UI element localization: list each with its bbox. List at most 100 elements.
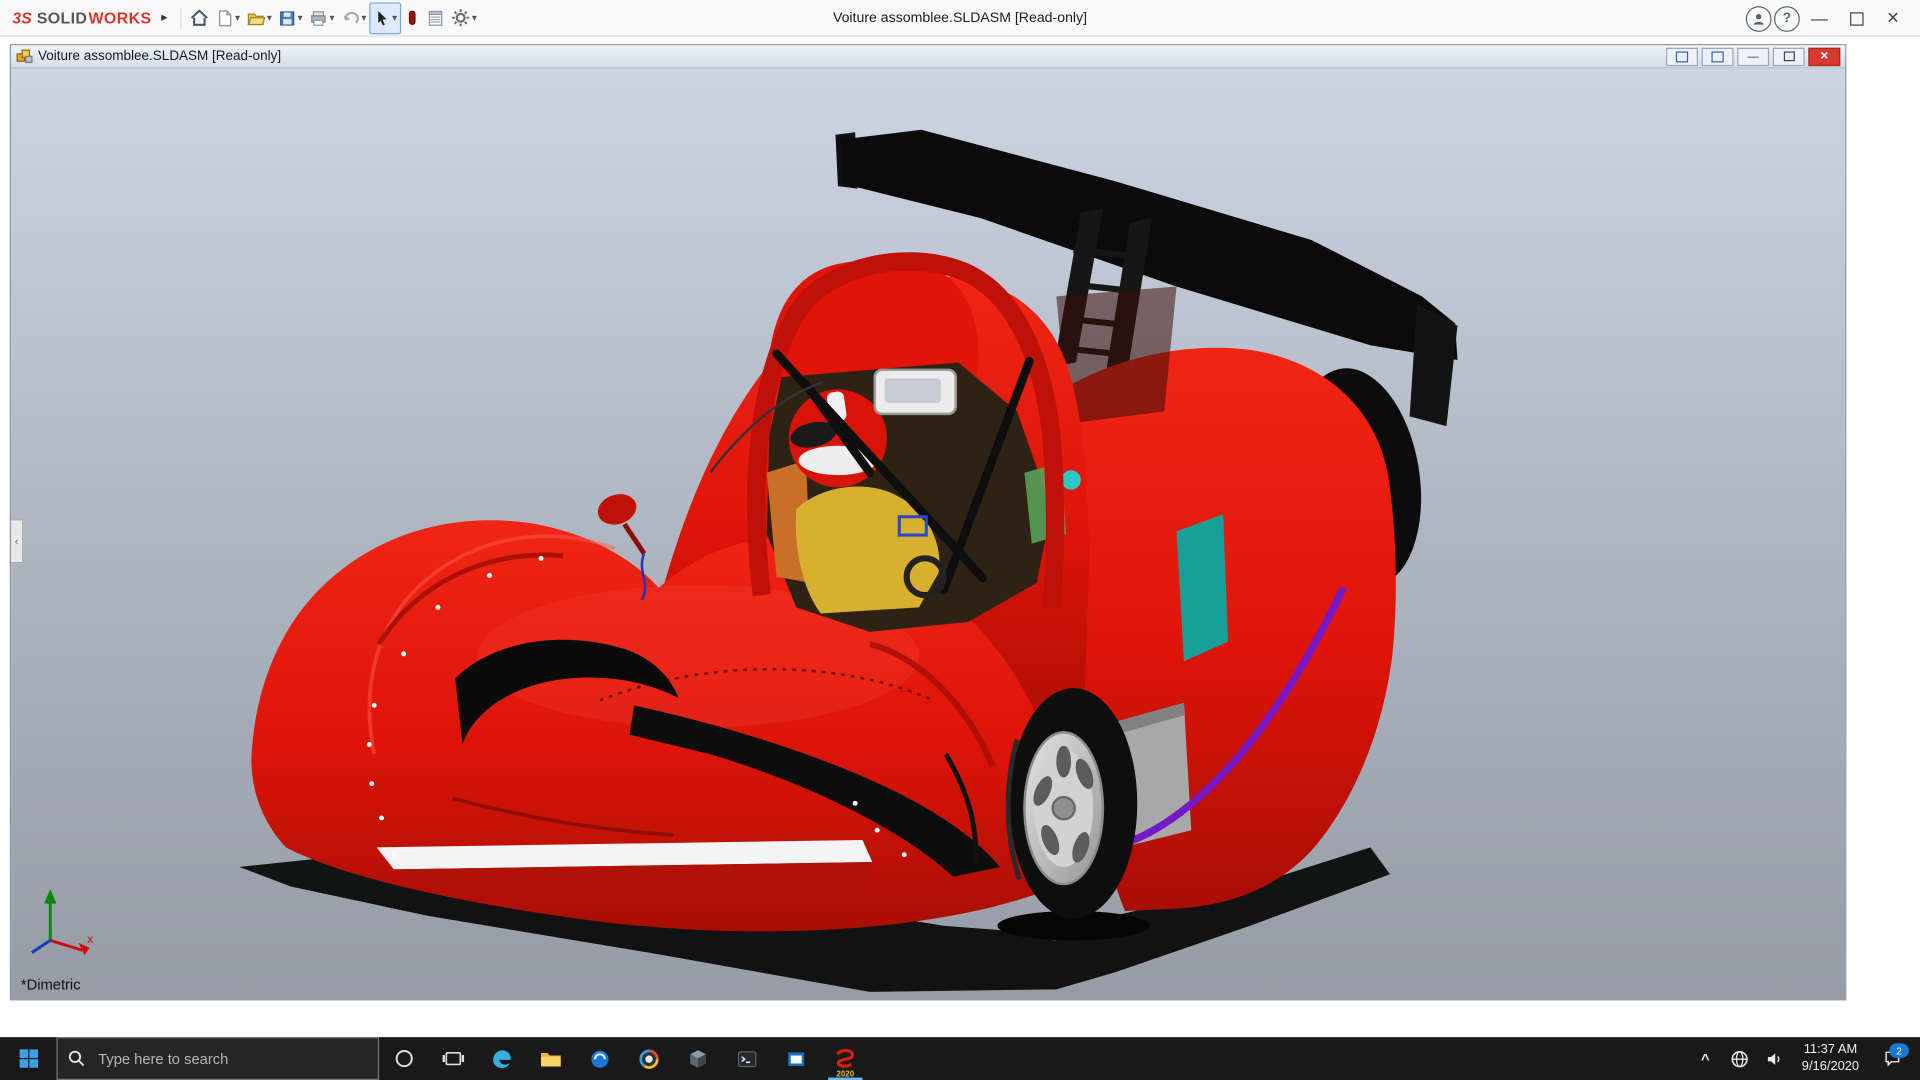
close-button[interactable]: × <box>1876 4 1910 33</box>
document-titlebar[interactable]: Voiture assomblee.SLDASM [Read-only] — × <box>11 45 1846 69</box>
panel-collapse-tab[interactable]: ‹ <box>11 519 24 564</box>
undo-button[interactable]: ▾ <box>337 3 369 32</box>
file-explorer-button[interactable] <box>526 1037 575 1080</box>
quick-access-toolbar: ▾ ▾ ▾ ▾ ▾ ▾ ▾ <box>186 0 479 36</box>
undo-dropdown[interactable]: ▾ <box>361 12 366 23</box>
photos-app-button[interactable] <box>624 1037 673 1080</box>
document-title: Voiture assomblee.SLDASM [Read-only] <box>38 48 282 64</box>
browser-app-icon <box>591 1050 609 1068</box>
browser-app-button[interactable] <box>575 1037 624 1080</box>
cad-viewer-button[interactable] <box>674 1037 723 1080</box>
solidworks-app: 3S SOLID WORKS ▸ ▾ ▾ ▾ ▾ ▾ ▾ ▾ Voiture a… <box>0 0 1920 1080</box>
home-button[interactable] <box>186 3 212 32</box>
sheet-icon <box>428 10 442 26</box>
clock-time: 11:37 AM <box>1803 1041 1858 1057</box>
file-explorer-icon <box>541 1052 561 1066</box>
home-icon <box>190 9 208 26</box>
taskbar-clock[interactable]: 11:37 AM 9/16/2020 <box>1792 1042 1868 1075</box>
solidworks-taskbar-button[interactable]: 2020 <box>821 1037 870 1080</box>
toolbar-separator <box>179 6 181 29</box>
help-button[interactable]: ? <box>1774 5 1800 32</box>
volume-button[interactable] <box>1758 1037 1790 1080</box>
clock-date: 9/16/2020 <box>1801 1058 1860 1074</box>
solidworks-app-icon <box>836 1048 855 1068</box>
workspace: Voiture assomblee.SLDASM [Read-only] — × <box>0 36 1920 1038</box>
search-input[interactable] <box>95 1048 346 1069</box>
window-frame-icon <box>1711 50 1724 62</box>
options-button[interactable]: ▾ <box>447 3 479 32</box>
terminal-button[interactable] <box>723 1037 772 1080</box>
gear-icon <box>451 9 469 27</box>
new-document-dropdown[interactable]: ▾ <box>235 12 240 23</box>
svg-text:x: x <box>87 932 93 946</box>
taskbar: 2020 ^ 11:37 AM 9/16/2020 <box>0 1037 1920 1080</box>
doc-restore-button[interactable] <box>1772 47 1805 66</box>
tray-expand-button[interactable]: ^ <box>1689 1037 1721 1080</box>
print-dropdown[interactable]: ▾ <box>329 12 334 23</box>
windows-logo-icon <box>19 1049 38 1068</box>
window-layout-button-2[interactable] <box>1701 47 1734 66</box>
edge-button[interactable] <box>477 1037 526 1080</box>
select-arrow-icon <box>377 10 387 25</box>
cortana-button[interactable] <box>379 1037 428 1080</box>
edge-icon <box>493 1049 511 1068</box>
select-tool-dropdown[interactable]: ▾ <box>392 12 397 23</box>
solidworks-logo: 3S SOLID WORKS <box>12 8 152 27</box>
sheet-tool-button[interactable] <box>423 3 448 32</box>
account-icon <box>1753 13 1764 25</box>
network-globe-icon <box>1731 1050 1748 1067</box>
media-app-button[interactable] <box>772 1037 821 1080</box>
view-orientation-label: *Dimetric <box>20 975 81 994</box>
window-frame-icon <box>1675 50 1689 62</box>
document-window-controls: — × <box>1666 47 1841 66</box>
3d-scene[interactable]: x <box>11 68 1846 1001</box>
media-app-icon <box>788 1051 805 1066</box>
marker-tool-button[interactable] <box>401 3 423 32</box>
window-layout-button-1[interactable] <box>1666 47 1698 66</box>
system-tray: ^ 11:37 AM 9/16/2020 2 <box>1689 1037 1920 1080</box>
task-view-button[interactable] <box>428 1037 477 1080</box>
photos-app-icon <box>639 1048 659 1069</box>
restore-icon <box>1783 51 1795 62</box>
notification-badge: 2 <box>1889 1043 1909 1058</box>
app-titlebar: 3S SOLID WORKS ▸ ▾ ▾ ▾ ▾ ▾ ▾ ▾ Voiture a… <box>0 0 1920 37</box>
open-folder-icon <box>246 12 265 25</box>
options-dropdown[interactable]: ▾ <box>472 12 477 23</box>
red-pen-icon <box>408 10 416 25</box>
assembly-document-icon <box>16 49 33 64</box>
app-window-controls: ? — × <box>1745 0 1920 37</box>
terminal-icon <box>737 1050 757 1067</box>
open-button[interactable]: ▾ <box>242 3 274 32</box>
print-icon <box>310 10 326 26</box>
print-button[interactable]: ▾ <box>305 3 337 32</box>
rear-view-mirror <box>873 368 957 416</box>
save-button[interactable]: ▾ <box>274 3 305 32</box>
maximize-button[interactable] <box>1839 4 1873 33</box>
search-icon <box>68 1050 85 1067</box>
graphics-viewport[interactable]: x ‹ *Dimetric <box>11 68 1846 1001</box>
save-icon <box>279 10 294 25</box>
network-button[interactable] <box>1724 1037 1756 1080</box>
document-window: Voiture assomblee.SLDASM [Read-only] — × <box>9 44 1847 1001</box>
select-tool-button[interactable]: ▾ <box>368 1 401 34</box>
cube-app-icon <box>690 1049 706 1068</box>
doc-close-button[interactable]: × <box>1808 47 1841 66</box>
action-center-button[interactable]: 2 <box>1871 1037 1913 1080</box>
save-dropdown[interactable]: ▾ <box>298 12 303 23</box>
speaker-icon <box>1767 1052 1780 1065</box>
undo-icon <box>343 11 359 23</box>
minimize-button[interactable]: — <box>1802 4 1836 33</box>
solidworks-year-badge: 2020 <box>836 1070 855 1079</box>
open-dropdown[interactable]: ▾ <box>267 12 272 23</box>
new-document-button[interactable]: ▾ <box>212 3 243 32</box>
account-button[interactable] <box>1745 5 1772 32</box>
3ds-mark: 3S <box>12 8 32 27</box>
doc-minimize-button[interactable]: — <box>1737 47 1770 66</box>
taskbar-search[interactable] <box>56 1037 380 1080</box>
task-view-icon <box>441 1051 464 1066</box>
menu-expand-arrow[interactable]: ▸ <box>159 11 175 24</box>
start-button[interactable] <box>0 1037 56 1080</box>
new-document-icon <box>218 9 231 26</box>
restore-icon <box>1849 11 1863 26</box>
cortana-icon <box>395 1050 413 1068</box>
